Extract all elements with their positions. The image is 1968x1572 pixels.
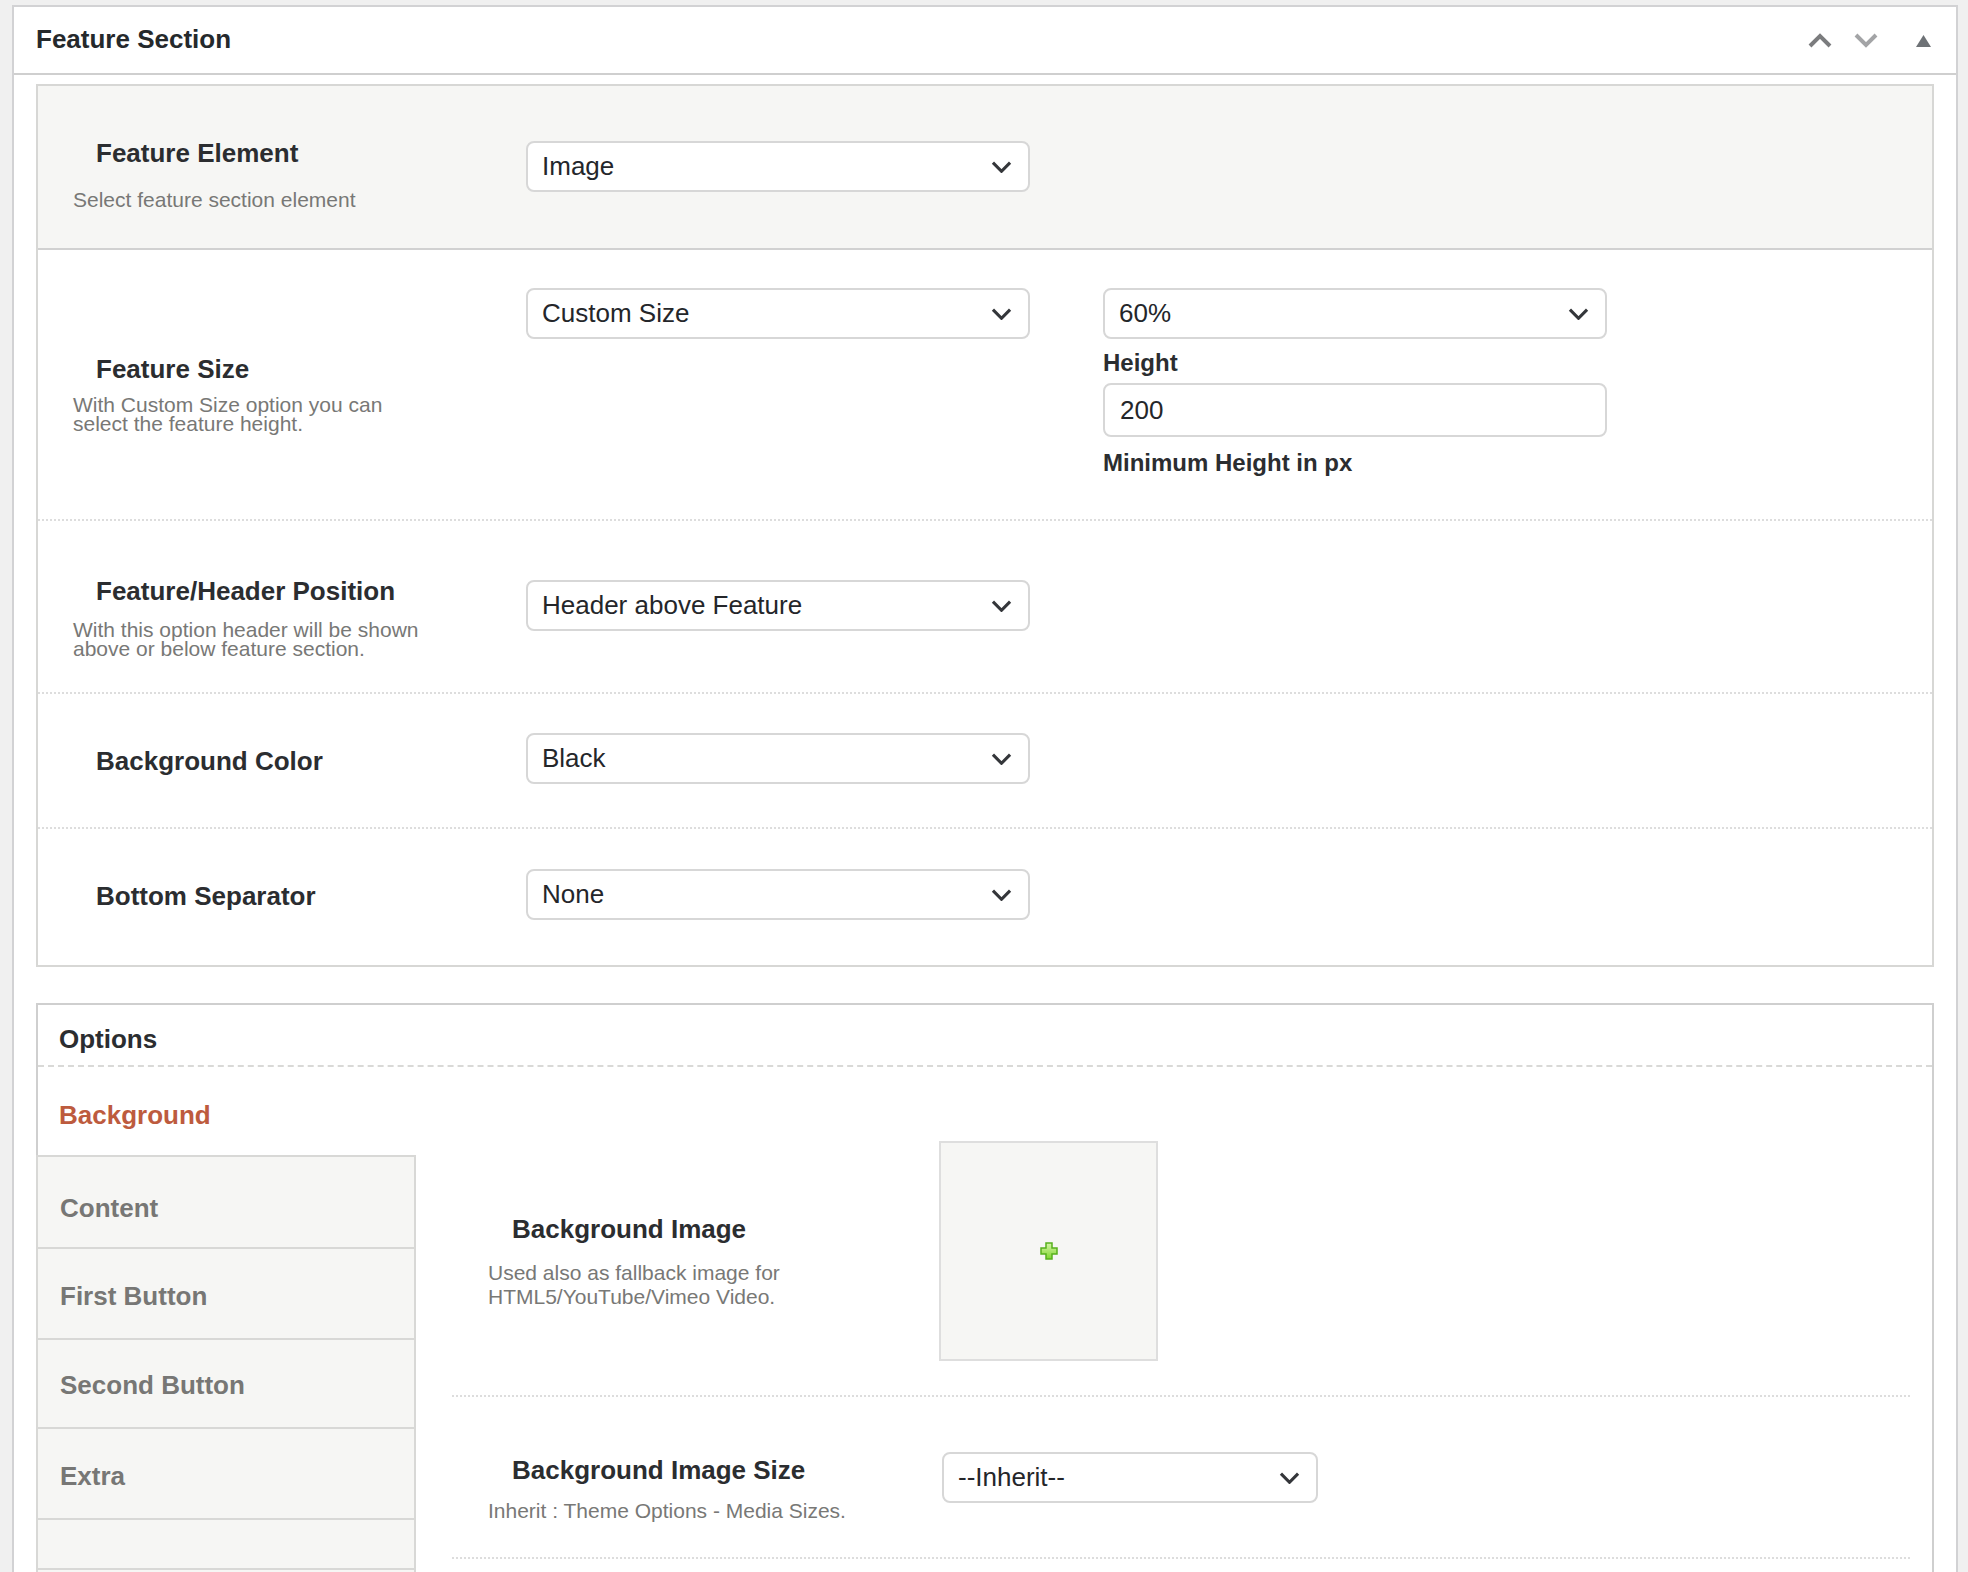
feature-element-desc: Select feature section element [73,190,356,209]
options-box: Options Background Content First Button … [36,1003,1934,1572]
options-header: Options [38,1005,1932,1067]
bottom-separator-row: Bottom Separator None [38,827,1932,965]
position-select[interactable]: Header above Feature [526,580,1030,631]
background-color-label: Background Color [96,746,323,776]
tab-first-button[interactable]: First Button [36,1247,416,1340]
feature-element-row: Feature Element Select feature section e… [38,86,1932,250]
background-image-label: Background Image [512,1214,746,1244]
tab-content[interactable]: Content [36,1155,416,1249]
chevron-down-icon [991,889,1012,901]
feature-section-panel: Feature Section Feature Element Select f… [12,5,1958,1572]
tab-empty-2 [36,1568,416,1572]
feature-size-select[interactable]: Custom Size [526,288,1030,339]
feature-height-unit-select[interactable]: 60% [1103,288,1607,339]
collapse-toggle-icon[interactable] [1916,33,1932,47]
background-color-select[interactable]: Black [526,733,1030,784]
background-image-size-label: Background Image Size [512,1455,805,1485]
feature-header-position-row: Feature/Header Position With this option… [38,519,1932,692]
feature-size-row: Feature Size With Custom Size option you… [38,250,1932,519]
feature-size-desc: With Custom Size option you canselect th… [73,395,382,433]
background-image-size-desc: Inherit : Theme Options - Media Sizes. [488,1499,846,1523]
chevron-down-icon [1568,308,1589,320]
tab-empty [36,1518,416,1570]
tab-extra[interactable]: Extra [36,1427,416,1520]
options-title: Options [59,1024,157,1054]
move-down-icon[interactable] [1854,33,1878,48]
feature-element-label: Feature Element [96,138,298,168]
position-desc: With this option header will be shownabo… [73,620,419,658]
background-image-uploader[interactable] [939,1141,1158,1361]
options-tab-list: Content First Button Second Button Extra [36,1155,416,1572]
background-image-size-select[interactable]: --Inherit-- [942,1452,1318,1503]
bottom-separator-select[interactable]: None [526,869,1030,920]
bottom-separator-label: Bottom Separator [96,881,316,911]
chevron-down-icon [991,600,1012,612]
background-color-row: Background Color Black [38,692,1932,827]
plus-icon [1040,1242,1058,1260]
feature-element-select[interactable]: Image [526,141,1030,192]
move-up-icon[interactable] [1808,33,1832,48]
feature-settings-box: Feature Element Select feature section e… [36,84,1934,967]
chevron-down-icon [991,161,1012,173]
chevron-down-icon [991,753,1012,765]
position-label: Feature/Header Position [96,576,395,606]
height-label: Height [1103,348,1178,378]
options-row-separator [452,1395,1910,1397]
panel-title: Feature Section [36,24,231,54]
tab-second-button[interactable]: Second Button [36,1338,416,1429]
chevron-down-icon [991,308,1012,320]
background-image-desc: Used also as fallback image forHTML5/You… [488,1261,780,1309]
chevron-down-icon [1279,1472,1300,1484]
min-height-input[interactable]: 200 [1103,383,1607,437]
panel-header: Feature Section [14,7,1956,75]
tab-background[interactable]: Background [38,1067,415,1155]
min-height-label: Minimum Height in px [1103,448,1352,478]
options-row-separator-2 [452,1557,1910,1559]
feature-size-label: Feature Size [96,354,249,384]
